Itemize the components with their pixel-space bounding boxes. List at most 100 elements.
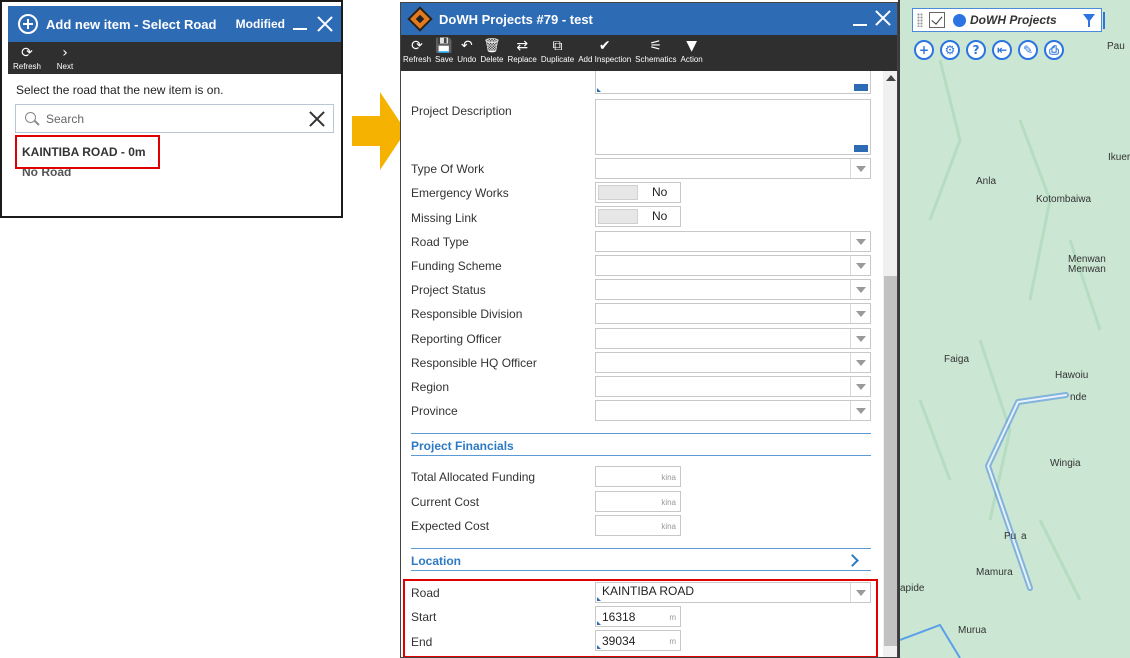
road-type-select[interactable] [595, 231, 871, 252]
region-select[interactable] [595, 376, 871, 397]
previous-text-field[interactable] [595, 71, 871, 94]
map-terrain [900, 59, 1102, 658]
total-allocated-funding-field[interactable]: kina [595, 466, 681, 487]
action-button[interactable]: ▼ Action [679, 35, 705, 71]
road-option-kaintiba[interactable]: KAINTIBA ROAD - 0m [22, 145, 146, 159]
reporting-officer-select[interactable] [595, 328, 871, 349]
next-label: Next [56, 62, 74, 71]
map-label: Pau [1107, 41, 1125, 52]
ellipsis-icon[interactable] [854, 79, 868, 91]
chevron-down-icon [850, 280, 870, 299]
duplicate-label: Duplicate [540, 55, 575, 64]
ellipsis-icon[interactable] [854, 140, 868, 152]
print-icon[interactable]: ⎙ [1044, 40, 1064, 60]
meter-unit: m [669, 637, 676, 646]
chevron-down-icon [850, 159, 870, 178]
drag-handle-icon[interactable] [917, 13, 923, 27]
funding-scheme-select[interactable] [595, 255, 871, 276]
chevron-down-icon [850, 353, 870, 372]
scroll-thumb[interactable] [884, 276, 897, 646]
replace-icon: ⇄ [516, 38, 529, 54]
minimize-button[interactable] [293, 16, 307, 30]
project-status-select[interactable] [595, 279, 871, 300]
clear-search-icon[interactable] [309, 111, 325, 127]
delete-label: Delete [480, 55, 504, 64]
map-label: Murua [958, 625, 987, 636]
map-label: Wingia [1050, 458, 1081, 469]
close-button[interactable] [875, 10, 891, 26]
map-label: Hawoiu [1055, 370, 1089, 381]
ruler-icon[interactable]: ✎ [1018, 40, 1038, 60]
section-divider [411, 455, 871, 456]
province-select[interactable] [595, 400, 871, 421]
undo-label: Undo [457, 55, 477, 64]
end-label: End [411, 635, 433, 649]
start-field[interactable]: 16318 m [595, 606, 681, 627]
filter-icon[interactable] [1083, 14, 1095, 27]
toggle-knob [598, 185, 638, 200]
help-icon[interactable]: ? [966, 40, 986, 60]
chevron-down-icon [850, 377, 870, 396]
emergency-works-toggle[interactable]: No [595, 182, 681, 203]
current-cost-field[interactable]: kina [595, 491, 681, 512]
project-financials-heading[interactable]: Project Financials [411, 439, 871, 453]
responsible-hq-officer-select[interactable] [595, 352, 871, 373]
refresh-button[interactable]: ⟳ Refresh [8, 42, 46, 74]
meter-unit: m [669, 613, 676, 622]
section-divider [411, 548, 871, 549]
dowh-logo-icon [407, 6, 433, 32]
refresh-label: Refresh [12, 62, 41, 71]
scroll-up-icon[interactable] [886, 75, 896, 81]
save-button[interactable]: 💾 Save [433, 35, 455, 71]
next-button[interactable]: › Next [46, 42, 84, 74]
road-select[interactable]: KAINTIBA ROAD [595, 582, 871, 603]
responsible-division-select[interactable] [595, 303, 871, 324]
close-button[interactable] [317, 16, 333, 32]
action-dropdown-icon: ▼ [686, 38, 698, 54]
expected-cost-field[interactable]: kina [595, 515, 681, 536]
add-inspection-button[interactable]: ✔ Add Inspection [576, 35, 633, 71]
refresh-button[interactable]: ⟳ Refresh [401, 35, 433, 71]
missing-link-toggle[interactable]: No [595, 206, 681, 227]
current-cost-label: Current Cost [411, 495, 480, 509]
add-item-icon [18, 14, 38, 34]
field-corner-mark [597, 88, 601, 92]
road-search-input[interactable] [46, 109, 296, 129]
chevron-down-icon [850, 583, 870, 602]
replace-button[interactable]: ⇄ Replace [506, 35, 539, 71]
kina-unit: kina [661, 522, 676, 531]
map-label: Ikuer [1108, 152, 1130, 163]
funding-scheme-label: Funding Scheme [411, 259, 502, 273]
duplicate-button[interactable]: ⧉ Duplicate [539, 35, 576, 71]
end-field[interactable]: 39034 m [595, 630, 681, 651]
layer-visibility-checkbox[interactable] [929, 12, 945, 28]
modified-status: Modified [235, 17, 285, 31]
toggle-knob [598, 209, 638, 224]
minimize-button[interactable] [853, 12, 867, 26]
start-label: Start [411, 610, 437, 624]
undo-button[interactable]: ↶ Undo [455, 35, 478, 71]
schematics-button[interactable]: ⚟ Schematics [633, 35, 678, 71]
project-description-label: Project Description [411, 104, 512, 118]
add-icon[interactable]: + [914, 40, 934, 60]
back-icon[interactable]: ⇤ [992, 40, 1012, 60]
delete-button[interactable]: 🗑 Delete [478, 35, 505, 71]
chevron-right-icon [846, 554, 859, 567]
project-description-field[interactable] [595, 99, 871, 155]
settings-icon[interactable]: ⚙ [940, 40, 960, 60]
form-scrollbar[interactable] [883, 71, 897, 657]
schematics-icon: ⚟ [649, 38, 663, 54]
section-divider [411, 570, 871, 571]
project-form-window: DoWH Projects #79 - test ⟳ Refresh 💾 Sav… [400, 2, 898, 658]
map-label: Mamura [976, 567, 1013, 578]
responsible-division-label: Responsible Division [411, 307, 523, 321]
missing-link-label: Missing Link [411, 211, 478, 225]
location-heading[interactable]: Location [411, 554, 871, 568]
map-view[interactable]: Pau Ikuer Anla Kotombaiwa Menwan Menwan … [898, 0, 1130, 658]
map-label: nde [1070, 392, 1087, 403]
type-of-work-select[interactable] [595, 158, 871, 179]
start-value: 16318 [602, 610, 636, 624]
add-inspection-icon: ✔ [598, 38, 611, 54]
refresh-icon: ⟳ [21, 45, 33, 61]
map-label: Anla [976, 176, 997, 187]
